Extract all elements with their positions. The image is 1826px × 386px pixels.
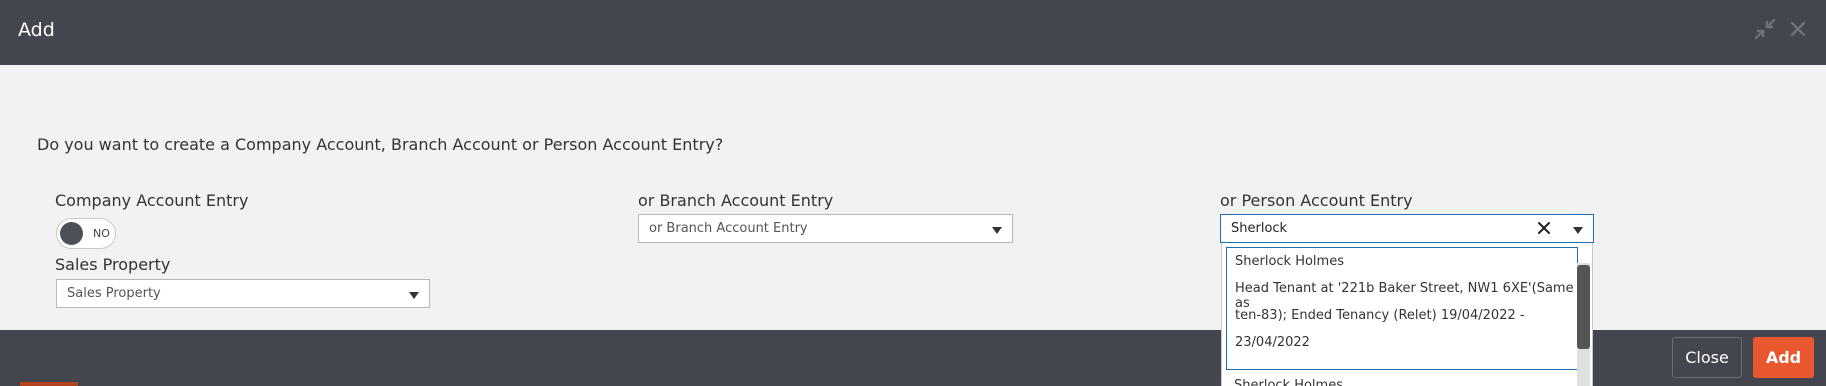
person-account-select[interactable]: Sherlock [1220,214,1594,243]
person-search-value: Sherlock [1231,221,1288,236]
close-button[interactable]: Close [1672,337,1742,378]
chevron-down-icon [409,292,419,299]
person-account-label: or Person Account Entry [1220,191,1413,210]
chevron-down-icon[interactable] [1573,227,1583,234]
add-button[interactable]: Add [1753,337,1814,378]
company-account-label: Company Account Entry [55,191,249,210]
sales-property-label: Sales Property [55,255,171,274]
branch-account-label: or Branch Account Entry [638,191,834,210]
dropdown-option[interactable]: Sherlock Holmes [1234,378,1343,386]
dialog-title: Add [18,19,55,41]
footer-accent-bar [20,382,78,386]
toggle-state-text: NO [93,227,110,240]
collapse-icon[interactable] [1752,16,1778,42]
option-detail-line: ten-83); Ended Tenancy (Relet) 19/04/202… [1235,308,1525,323]
close-icon[interactable] [1785,16,1811,42]
clear-icon[interactable] [1535,219,1553,237]
sales-property-select[interactable]: Sales Property [56,279,430,308]
option-detail-line: 23/04/2022 [1235,335,1310,350]
option-name: Sherlock Holmes [1235,254,1344,269]
dropdown-scrollbar-thumb[interactable] [1577,265,1590,349]
option-detail-line: Head Tenant at '221b Baker Street, NW1 6… [1235,281,1574,311]
company-account-toggle[interactable]: NO [56,218,116,249]
sales-property-value: Sales Property [67,286,161,301]
branch-account-value: or Branch Account Entry [649,221,808,236]
dialog-header: Add [0,0,1826,65]
branch-account-select[interactable]: or Branch Account Entry [638,214,1013,243]
prompt-text: Do you want to create a Company Account,… [37,135,724,154]
person-dropdown-list[interactable]: Sherlock Holmes Head Tenant at '221b Bak… [1221,243,1593,386]
dropdown-option-highlighted[interactable]: Sherlock Holmes Head Tenant at '221b Bak… [1226,247,1578,370]
toggle-knob [60,222,83,245]
chevron-down-icon [992,227,1002,234]
